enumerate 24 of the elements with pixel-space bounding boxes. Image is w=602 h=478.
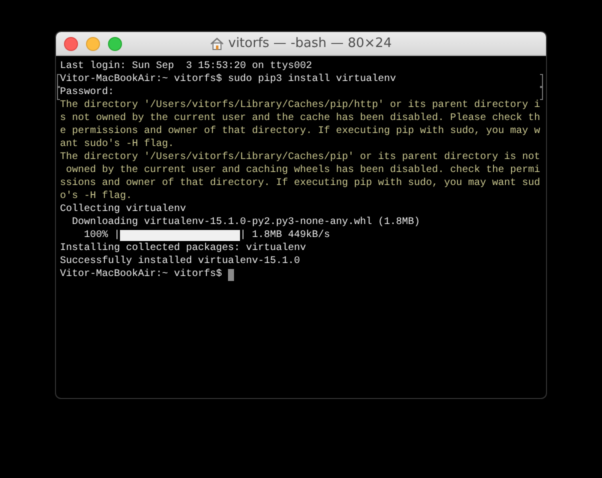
window-title: vitorfs — -bash — 80×24 [228, 36, 392, 51]
terminal-line: Last login: Sun Sep 3 15:53:20 on ttys002 [60, 60, 312, 73]
terminal-line: Vitor-MacBookAir:~ vitorfs$ sudo pip3 install virtualenv [60, 73, 396, 86]
terminal-line: Successfully installed virtualenv-15.1.0 [60, 255, 300, 268]
terminal-line: Password: [60, 86, 114, 99]
close-button[interactable] [64, 36, 78, 50]
warning-line: ant sudo's -H flag. [60, 138, 174, 151]
warning-line: o's -H flag. [60, 190, 132, 203]
warning-line: ssions and owner of that directory. If executing pip with sudo, you may want sud [60, 177, 540, 190]
terminal-line: Installing collected packages: virtualenv [60, 242, 306, 255]
terminal-line: Collecting virtualenv [60, 203, 186, 216]
progress-percent: 100% | [83, 229, 120, 242]
zoom-button[interactable] [108, 36, 122, 50]
minimize-button[interactable] [86, 36, 100, 50]
warning-line: The directory '/Users/vitorfs/Library/Caches/pip' or its parent directory is not [60, 151, 540, 164]
house-icon [210, 37, 224, 50]
warning-line: The directory '/Users/vitorfs/Library/Caches/pip/http' or its parent directory i [60, 99, 540, 112]
terminal-line: Downloading virtualenv-15.1.0-py2.py3-none-any.whl (1.8MB) [71, 216, 420, 229]
shell-prompt: Vitor-MacBookAir:~ vitorfs$ [60, 268, 224, 281]
warning-line: e permissions and owner of that directory. If executing pip with sudo, you may w [60, 125, 540, 138]
warning-line: owned by the current user and caching wheels has been disabled. check the permi [65, 164, 540, 177]
text-cursor [228, 268, 234, 280]
progress-speed: | 1.8MB 449kB/s [240, 229, 330, 242]
warning-line: s not owned by the current user and the cache has been disabled. Please check th [60, 112, 540, 125]
